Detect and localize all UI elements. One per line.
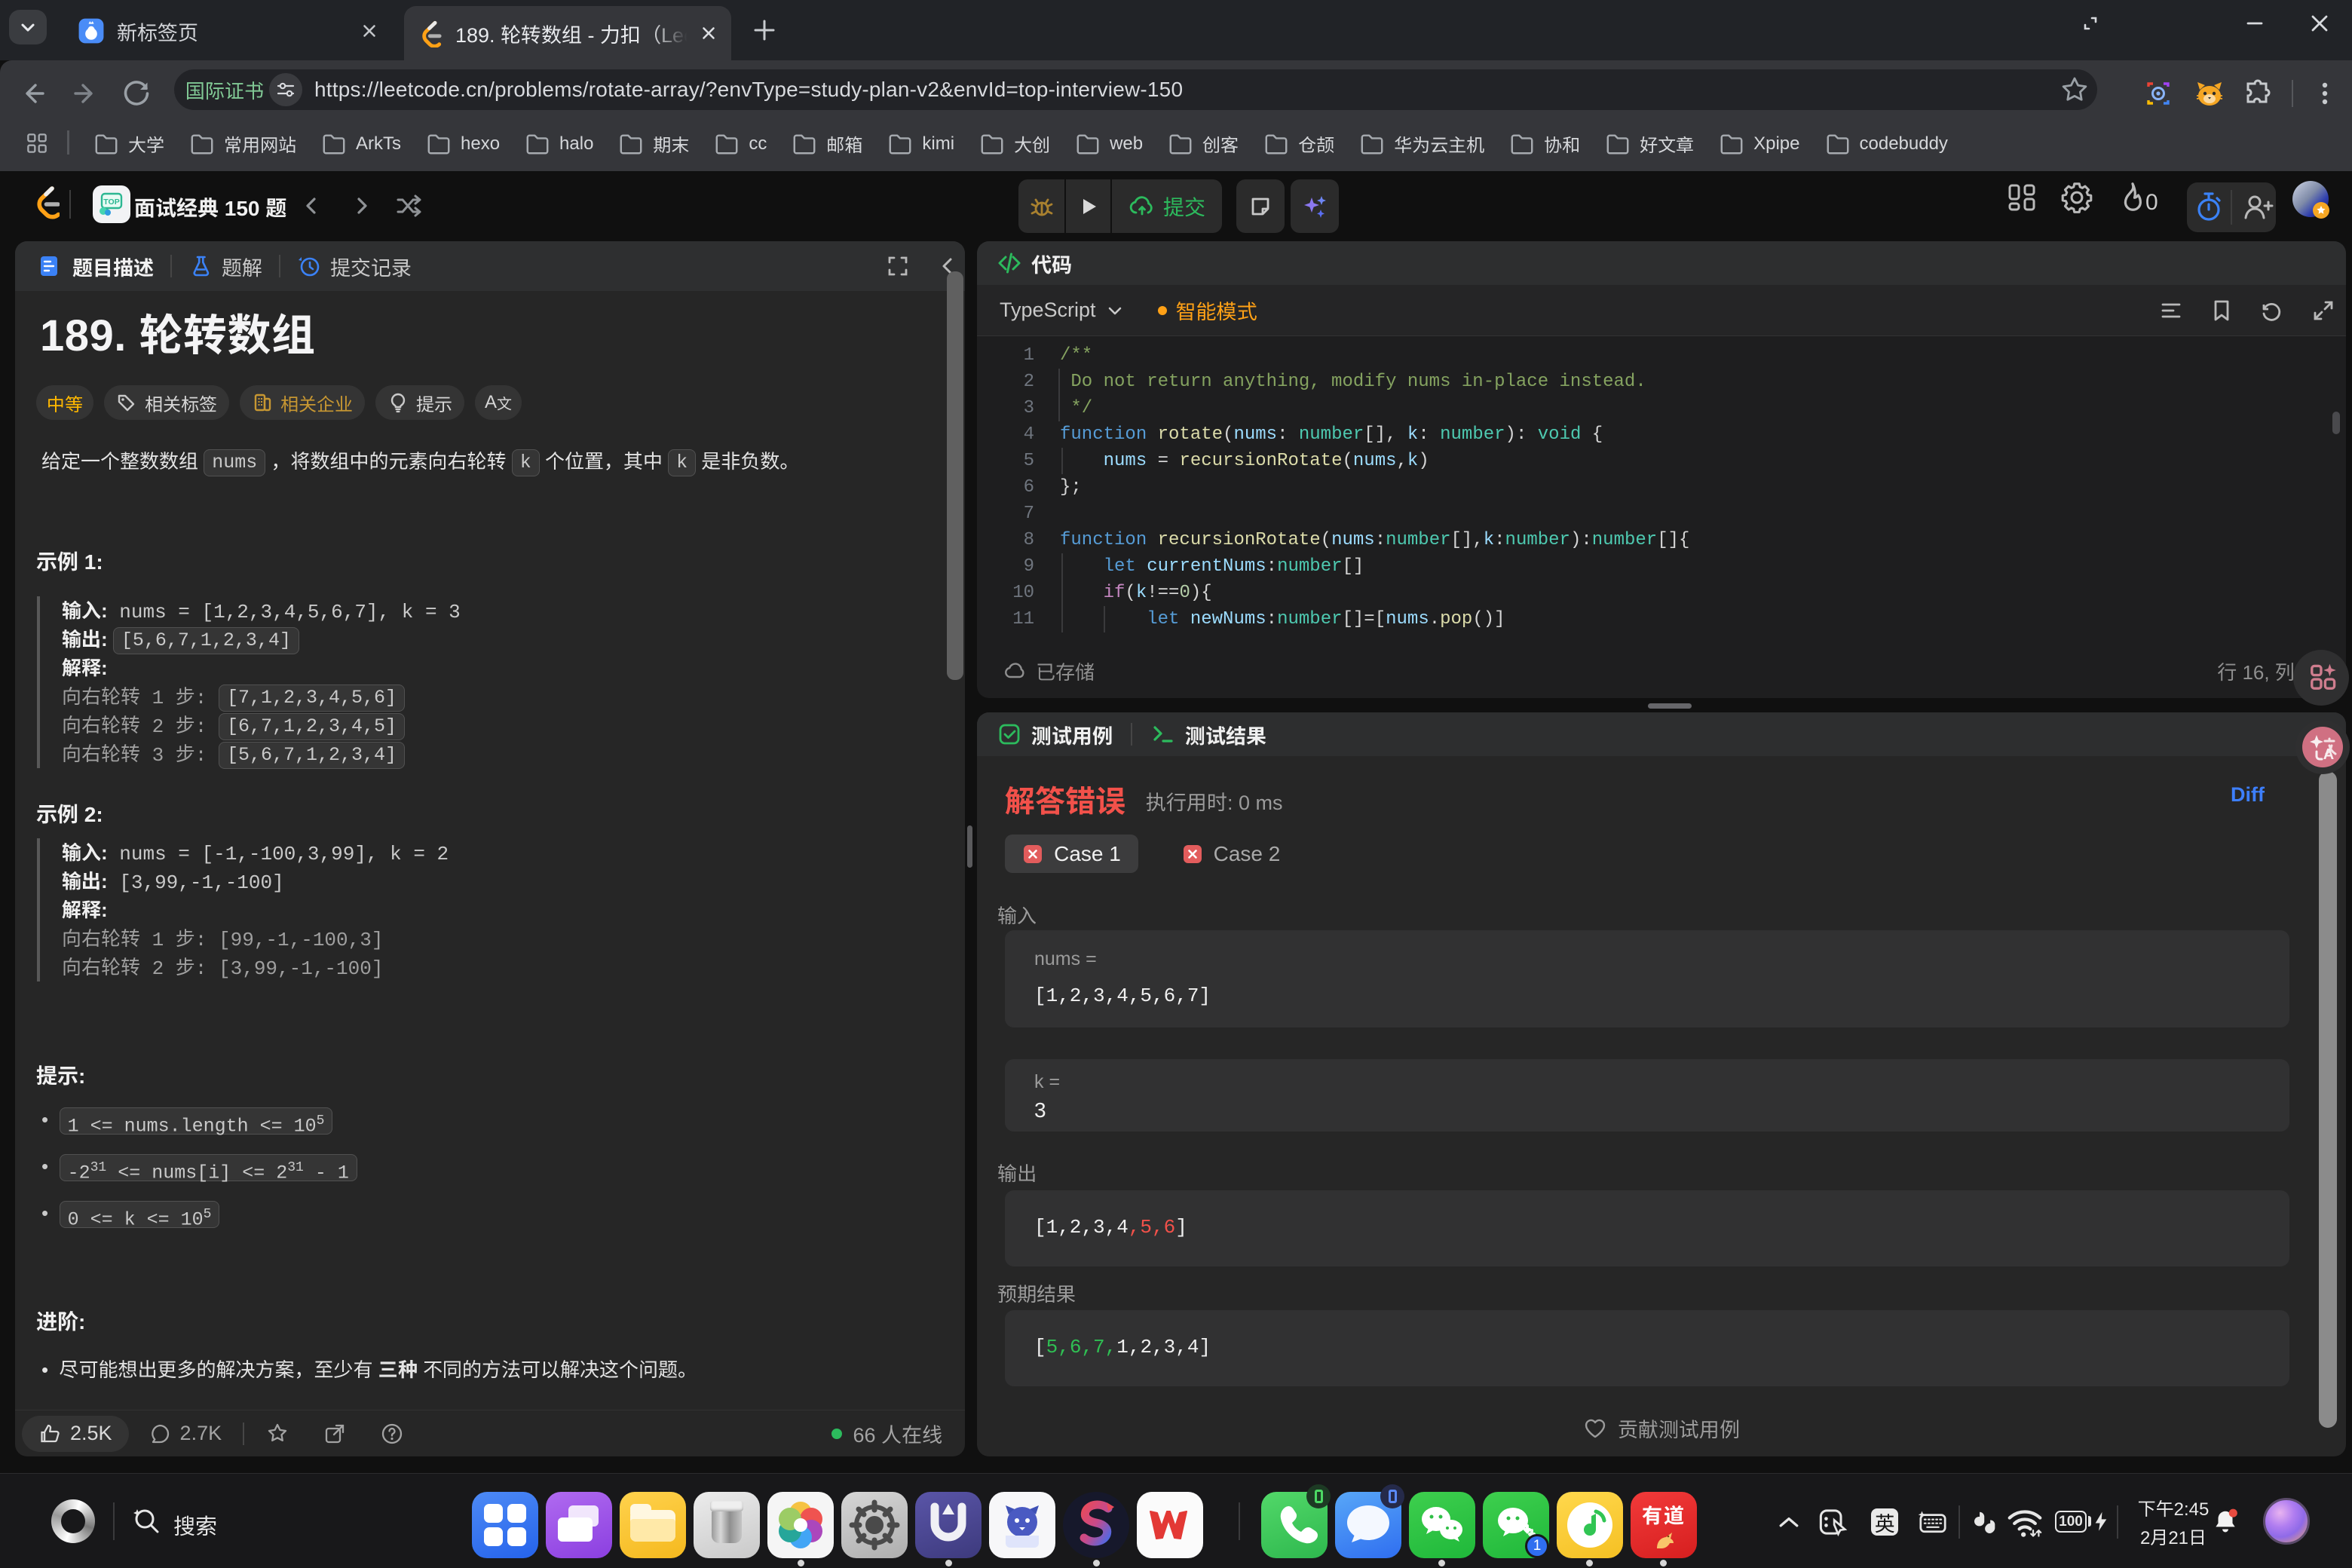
svg-text:A: A	[2323, 746, 2334, 763]
svg-text:TOP: TOP	[103, 198, 119, 207]
